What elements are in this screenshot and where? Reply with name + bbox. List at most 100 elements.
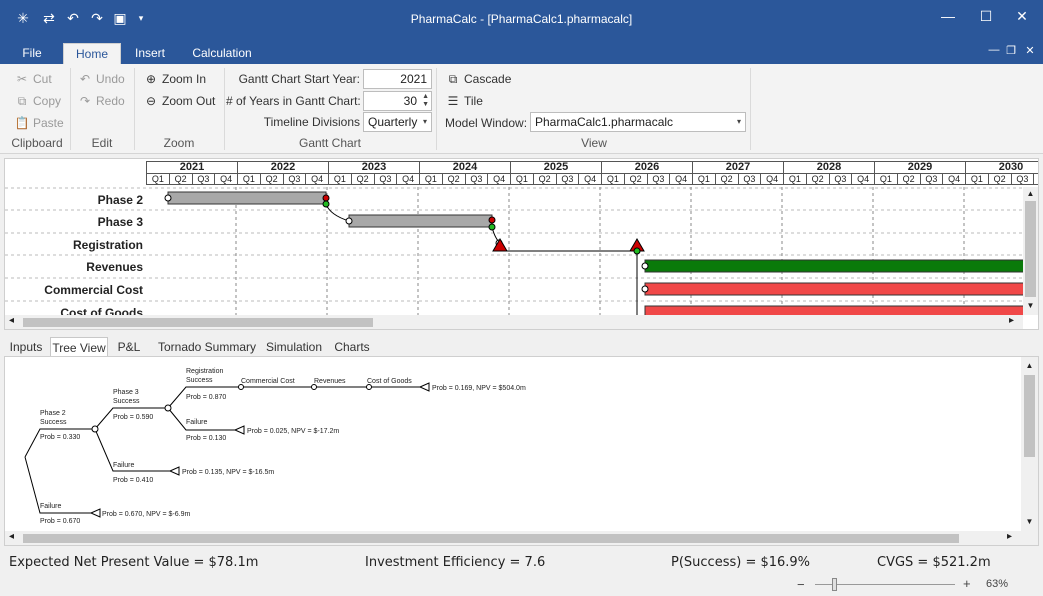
- maximize-button[interactable]: ☐: [966, 5, 1006, 27]
- gantt-vertical-scrollbar[interactable]: ▲ ▼: [1023, 187, 1038, 315]
- tab-simulation[interactable]: Simulation: [262, 337, 326, 357]
- zoom-level: 63%: [986, 578, 1009, 590]
- undo-icon: ↶: [79, 72, 91, 86]
- node-prob: Prob = 0.410: [113, 477, 153, 484]
- node-prob: Prob = 0.870: [186, 394, 226, 401]
- gantt-bar-revenues[interactable]: [644, 259, 1026, 273]
- tab-inputs[interactable]: Inputs: [4, 337, 48, 357]
- node-label: Registration: [186, 368, 223, 375]
- tab-pl[interactable]: P&L: [112, 337, 146, 357]
- scroll-thumb[interactable]: [1024, 375, 1035, 457]
- gantt-bar-commercial-cost[interactable]: [644, 282, 1026, 296]
- chevron-down-icon: ▾: [422, 117, 427, 126]
- zoom-bar: − + 63%: [0, 574, 1043, 596]
- node-label: Success: [186, 377, 213, 384]
- group-label-zoom: Zoom: [163, 136, 195, 150]
- cvgs-value: CVGS = $521.2m: [877, 555, 991, 570]
- copy-icon: ⧉: [17, 94, 27, 108]
- tab-file[interactable]: File: [10, 43, 54, 64]
- tab-charts[interactable]: Charts: [330, 337, 374, 357]
- mdi-close-button[interactable]: ✕: [1023, 44, 1037, 57]
- tab-calculation[interactable]: Calculation: [186, 43, 258, 64]
- node-label: Phase 3: [113, 389, 139, 396]
- scroll-right-icon[interactable]: ▸: [1009, 315, 1014, 326]
- tab-insert[interactable]: Insert: [126, 43, 174, 64]
- investment-efficiency-value: Investment Efficiency = 7.6: [365, 555, 546, 570]
- tree-diagram: Phase 2 Success Prob = 0.330 Phase 3 Suc…: [24, 368, 526, 525]
- model-window-select[interactable]: PharmaCalc1.pharmacalc ▾: [530, 112, 746, 132]
- ribbon-tabs: File Home Insert Calculation — ❐ ✕: [0, 38, 1043, 64]
- end-node-label: Prob = 0.025, NPV = $-17.2m: [247, 428, 339, 435]
- group-label-clipboard: Clipboard: [11, 136, 63, 150]
- scroll-down-icon[interactable]: ▼: [1021, 517, 1038, 526]
- tab-home[interactable]: Home: [63, 43, 121, 64]
- node-label: Revenues: [314, 378, 346, 385]
- scroll-down-icon[interactable]: ▼: [1023, 301, 1038, 310]
- end-node-label: Prob = 0.670, NPV = $-6.9m: [102, 511, 190, 518]
- cascade-button[interactable]: ⧉ Cascade: [445, 70, 512, 88]
- spin-arrows-icon[interactable]: ▲ ▼: [422, 93, 429, 109]
- undo-button[interactable]: ↶ Undo: [77, 70, 125, 88]
- tree-horizontal-scrollbar[interactable]: ◂ ▸: [5, 531, 1038, 545]
- clipboard-icon: 📋: [14, 116, 30, 130]
- title-bar: ✳ ⇄ ↶ ↷ ▣ ▾ PharmaCalc - [PharmaCalc1.ph…: [0, 0, 1043, 38]
- scroll-left-icon[interactable]: ◂: [9, 315, 14, 326]
- zoom-in-button[interactable]: ⊕ Zoom In: [143, 70, 206, 88]
- cut-button[interactable]: ✂ Cut: [14, 70, 52, 88]
- scroll-up-icon[interactable]: ▲: [1023, 189, 1038, 198]
- zoom-out-button[interactable]: −: [797, 577, 805, 592]
- mdi-restore-button[interactable]: ❐: [1004, 44, 1018, 57]
- results-bar: Expected Net Present Value = $78.1m Inve…: [0, 552, 1043, 574]
- zoom-in-button[interactable]: +: [963, 576, 971, 591]
- node-label: Success: [113, 398, 140, 405]
- node-prob: Prob = 0.330: [40, 434, 80, 441]
- scroll-up-icon[interactable]: ▲: [1021, 361, 1038, 370]
- gantt-bar-phase2[interactable]: [167, 191, 327, 205]
- node-prob: Prob = 0.130: [186, 435, 226, 442]
- tab-tree-view[interactable]: Tree View: [50, 337, 108, 357]
- group-label-edit: Edit: [91, 136, 113, 150]
- paste-button[interactable]: 📋 Paste: [14, 114, 64, 132]
- group-separator: [224, 68, 225, 150]
- group-label-gantt: Gantt Chart: [298, 136, 362, 150]
- zoom-slider-thumb[interactable]: [832, 578, 837, 591]
- zoom-out-button[interactable]: ⊖ Zoom Out: [143, 92, 215, 110]
- timeline-divisions-select[interactable]: Quarterly ▾: [363, 112, 432, 132]
- years-stepper[interactable]: 30 ▲ ▼: [363, 91, 432, 111]
- tab-tornado-summary[interactable]: Tornado Summary: [154, 337, 260, 357]
- cascade-icon: ⧉: [448, 72, 458, 86]
- copy-button[interactable]: ⧉ Copy: [14, 92, 61, 110]
- start-year-label: Gantt Chart Start Year:: [238, 72, 360, 86]
- milestone-marker[interactable]: [492, 238, 508, 252]
- node-label: Failure: [40, 503, 62, 510]
- minimize-button[interactable]: —: [928, 5, 968, 27]
- scroll-thumb[interactable]: [1025, 201, 1036, 297]
- group-separator: [70, 68, 71, 150]
- node-label: Commercial Cost: [241, 378, 295, 385]
- end-node-label: Prob = 0.169, NPV = $504.0m: [432, 385, 526, 392]
- window-title: PharmaCalc - [PharmaCalc1.pharmacalc]: [410, 12, 633, 26]
- gantt-bars: [5, 187, 1026, 315]
- model-window-label: Model Window:: [445, 116, 528, 130]
- start-year-input[interactable]: 2021: [363, 69, 432, 89]
- scroll-thumb[interactable]: [23, 534, 959, 543]
- tile-button[interactable]: ☰ Tile: [445, 92, 483, 110]
- tile-icon: ☰: [447, 94, 459, 108]
- group-separator: [436, 68, 437, 150]
- node-prob: Prob = 0.590: [113, 414, 153, 421]
- mdi-minimize-button[interactable]: —: [987, 44, 1001, 56]
- node-label: Success: [40, 419, 67, 426]
- end-node-label: Prob = 0.135, NPV = $-16.5m: [182, 469, 274, 476]
- scroll-left-icon[interactable]: ◂: [9, 531, 14, 542]
- decision-tree: Phase 2 Success Prob = 0.330 Phase 3 Suc…: [4, 356, 1039, 546]
- enpv-value: Expected Net Present Value = $78.1m: [9, 555, 259, 570]
- gantt-bar-cost-of-goods[interactable]: [644, 305, 1026, 315]
- scroll-right-icon[interactable]: ▸: [1007, 531, 1012, 542]
- tree-vertical-scrollbar[interactable]: ▲ ▼: [1021, 357, 1038, 531]
- close-button[interactable]: ✕: [1002, 5, 1042, 27]
- gantt-bar-phase3[interactable]: [348, 214, 493, 228]
- gantt-horizontal-scrollbar[interactable]: ◂ ▸: [5, 315, 1023, 329]
- scroll-thumb[interactable]: [23, 318, 373, 327]
- redo-button[interactable]: ↷ Redo: [77, 92, 125, 110]
- chevron-down-icon: ▾: [736, 117, 741, 126]
